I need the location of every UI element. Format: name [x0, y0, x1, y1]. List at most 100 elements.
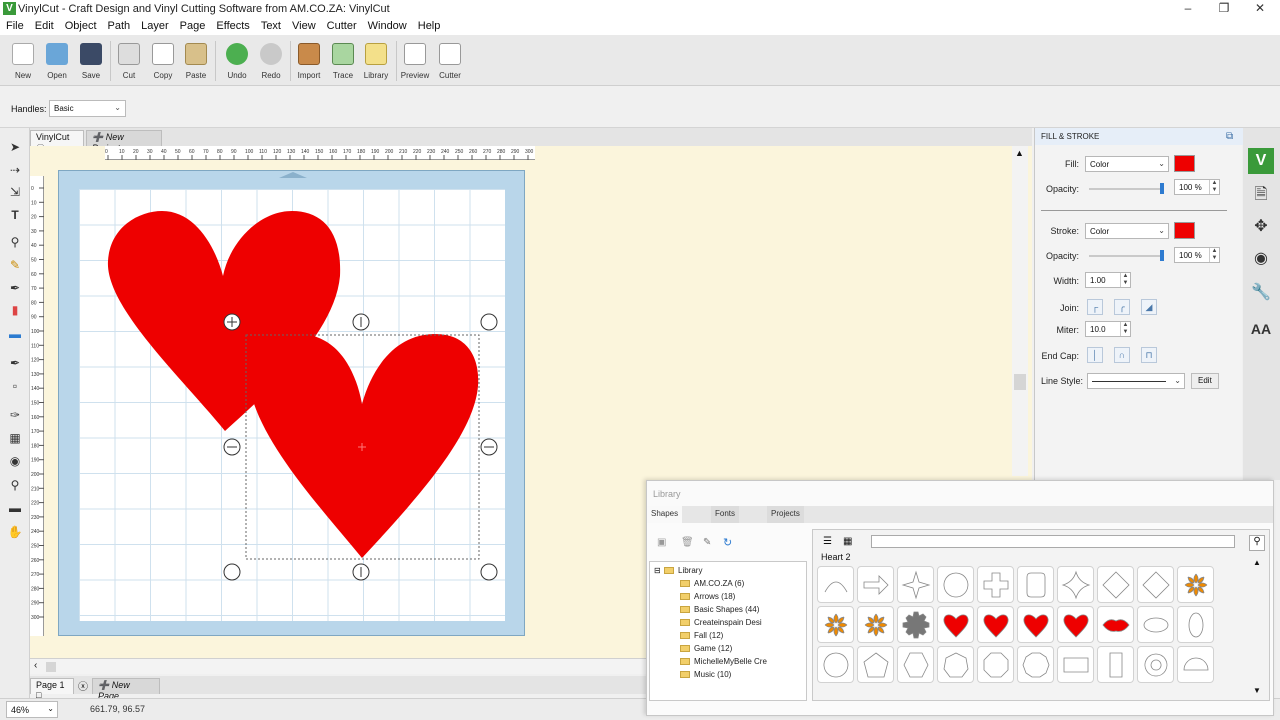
library-shape-pentagon[interactable] — [857, 646, 894, 683]
tree-item[interactable]: Basic Shapes (44) — [680, 605, 759, 614]
library-shape-diamond[interactable] — [1097, 566, 1134, 603]
stroke-opacity-input[interactable]: 100 % ▲ ▼ — [1174, 247, 1220, 263]
brush-tool-icon[interactable]: ✒ — [6, 279, 24, 297]
stroke-opacity-thumb[interactable] — [1160, 250, 1164, 261]
restore-icon[interactable]: ❐ — [1206, 0, 1242, 18]
spinner-icon[interactable]: ▲ ▼ — [1120, 273, 1130, 287]
delete-icon[interactable]: 🗑 — [681, 537, 694, 548]
minimize-icon[interactable]: – — [1170, 0, 1206, 18]
menu-text[interactable]: Text — [255, 18, 286, 32]
bevel-join-icon[interactable]: ◢ — [1141, 299, 1157, 315]
tab-fonts[interactable]: Fonts — [711, 506, 740, 523]
menu-path[interactable]: Path — [102, 18, 136, 32]
library-shape-ellipse-v[interactable] — [1177, 606, 1214, 643]
measure-tool-icon[interactable]: ▬ — [6, 499, 24, 517]
collapse-icon[interactable]: ⊟ — [654, 566, 661, 575]
library-shape-circle[interactable] — [817, 646, 854, 683]
save-button[interactable]: Save — [74, 41, 108, 85]
rotate-bottom-left-handle-icon[interactable] — [223, 563, 241, 581]
library-shape-semicircle[interactable] — [1177, 646, 1214, 683]
rectangle-tool-icon[interactable]: ▬ — [6, 325, 24, 343]
menu-view[interactable]: View — [286, 18, 321, 32]
library-shape-decagon[interactable] — [1017, 646, 1054, 683]
copy-button[interactable]: Copy — [146, 41, 180, 85]
tab-vinylcut[interactable]: VinylCut ⓧ — [30, 130, 84, 154]
library-shape-heart[interactable] — [977, 606, 1014, 643]
cutter-button[interactable]: Cutter — [433, 41, 467, 85]
menu-file[interactable]: File — [0, 18, 29, 32]
tree-root[interactable]: Library — [664, 566, 702, 575]
menu-effects[interactable]: Effects — [210, 18, 254, 32]
spinner-icon[interactable]: ▲ ▼ — [1209, 248, 1219, 262]
search-icon[interactable]: ⚲ — [1249, 535, 1265, 551]
library-shape-heptagon[interactable] — [937, 646, 974, 683]
square-cap-icon[interactable]: ⊓ — [1141, 347, 1157, 363]
scroll-down-icon[interactable]: ▼ — [1253, 686, 1261, 695]
knife-tool-icon[interactable]: ✑ — [6, 406, 24, 424]
scroll-up-icon[interactable]: ▲ — [1015, 148, 1024, 158]
horizontal-scrollbar[interactable]: ‹ — [30, 658, 648, 674]
tab-page-1[interactable]: Page 1 □ — [30, 678, 74, 700]
new-button[interactable]: New — [6, 41, 40, 85]
panel-dock-icon[interactable]: ⧉ — [1226, 131, 1233, 142]
menu-help[interactable]: Help — [412, 18, 446, 32]
library-shape-rounded-rect[interactable] — [1017, 566, 1054, 603]
library-shape-heart[interactable] — [1017, 606, 1054, 643]
pan-tool-icon[interactable]: ✋ — [6, 523, 24, 541]
contour-tool-icon[interactable]: ◉ — [6, 452, 24, 470]
tab-new-project[interactable]: ➕ New Project... — [86, 130, 162, 153]
library-shape-flower[interactable] — [817, 606, 854, 643]
library-button[interactable]: Library — [359, 41, 393, 85]
tab-projects[interactable]: Projects — [767, 506, 804, 523]
line-style-edit-button[interactable]: Edit — [1191, 373, 1219, 389]
fill-opacity-thumb[interactable] — [1160, 183, 1164, 194]
paste-button[interactable]: Paste — [179, 41, 213, 85]
pencil-tool-icon[interactable]: ✎ — [6, 256, 24, 274]
wrench-icon[interactable]: 🔧 — [1248, 280, 1274, 306]
stroke-opacity-slider[interactable] — [1089, 255, 1163, 257]
butt-cap-icon[interactable]: │ — [1087, 347, 1103, 363]
library-shape-octagon[interactable] — [977, 646, 1014, 683]
document-icon[interactable]: 🗎 — [1248, 182, 1274, 208]
spinner-icon[interactable]: ▲ ▼ — [1209, 180, 1219, 194]
weld-tool-icon[interactable]: ▦ — [6, 429, 24, 447]
tree-item[interactable]: Music (10) — [680, 670, 731, 679]
library-shape-hexagon[interactable] — [897, 646, 934, 683]
library-shape-arrow[interactable] — [857, 566, 894, 603]
library-shape-plus[interactable] — [977, 566, 1014, 603]
undo-button[interactable]: Undo — [220, 41, 254, 85]
library-shape-flower[interactable] — [857, 606, 894, 643]
rename-icon[interactable]: ✎ — [703, 537, 711, 548]
miter-join-icon[interactable]: ┌ — [1087, 299, 1103, 315]
library-shape-heart[interactable] — [1057, 606, 1094, 643]
text-tool-icon[interactable]: T — [6, 206, 24, 224]
stroke-color-swatch[interactable] — [1174, 222, 1195, 239]
library-shape-cross-star[interactable] — [897, 566, 934, 603]
menu-layer[interactable]: Layer — [135, 18, 174, 32]
rotate-bottom-right-handle-icon[interactable] — [480, 563, 498, 581]
tree-item[interactable]: Arrows (18) — [680, 592, 735, 601]
scroll-up-icon[interactable]: ▲ — [1253, 558, 1261, 567]
library-shape-heart[interactable] — [937, 606, 974, 643]
add-folder-icon[interactable]: ▣ — [657, 537, 666, 548]
handles-select[interactable]: Basic ⌄ — [49, 100, 126, 117]
tree-item[interactable]: AM.CO.ZA (6) — [680, 579, 744, 588]
menu-window[interactable]: Window — [362, 18, 412, 32]
vinylcut-logo-icon[interactable]: V — [1248, 148, 1274, 174]
fill-type-select[interactable]: Color ⌄ — [1085, 156, 1169, 172]
tree-item[interactable]: Fall (12) — [680, 631, 723, 640]
text-style-icon[interactable]: AA — [1248, 316, 1274, 342]
pen-tool-icon[interactable]: ⚲ — [6, 233, 24, 251]
fill-opacity-slider[interactable] — [1089, 188, 1163, 190]
library-shape-rect-v[interactable] — [1097, 646, 1134, 683]
zoom-select[interactable]: 46% ⌄ — [6, 701, 58, 718]
spinner-icon[interactable]: ▲ ▼ — [1120, 322, 1130, 336]
round-cap-icon[interactable]: ∩ — [1114, 347, 1130, 363]
scroll-thumb[interactable] — [46, 662, 56, 672]
close-icon[interactable]: ✕ — [1242, 0, 1278, 18]
refresh-icon[interactable]: ↻ — [723, 536, 732, 549]
library-shape-ellipse[interactable] — [1137, 606, 1174, 643]
library-shape-diamond[interactable] — [1137, 566, 1174, 603]
fill-color-swatch[interactable] — [1174, 155, 1195, 172]
fill-opacity-input[interactable]: 100 % ▲ ▼ — [1174, 179, 1220, 195]
